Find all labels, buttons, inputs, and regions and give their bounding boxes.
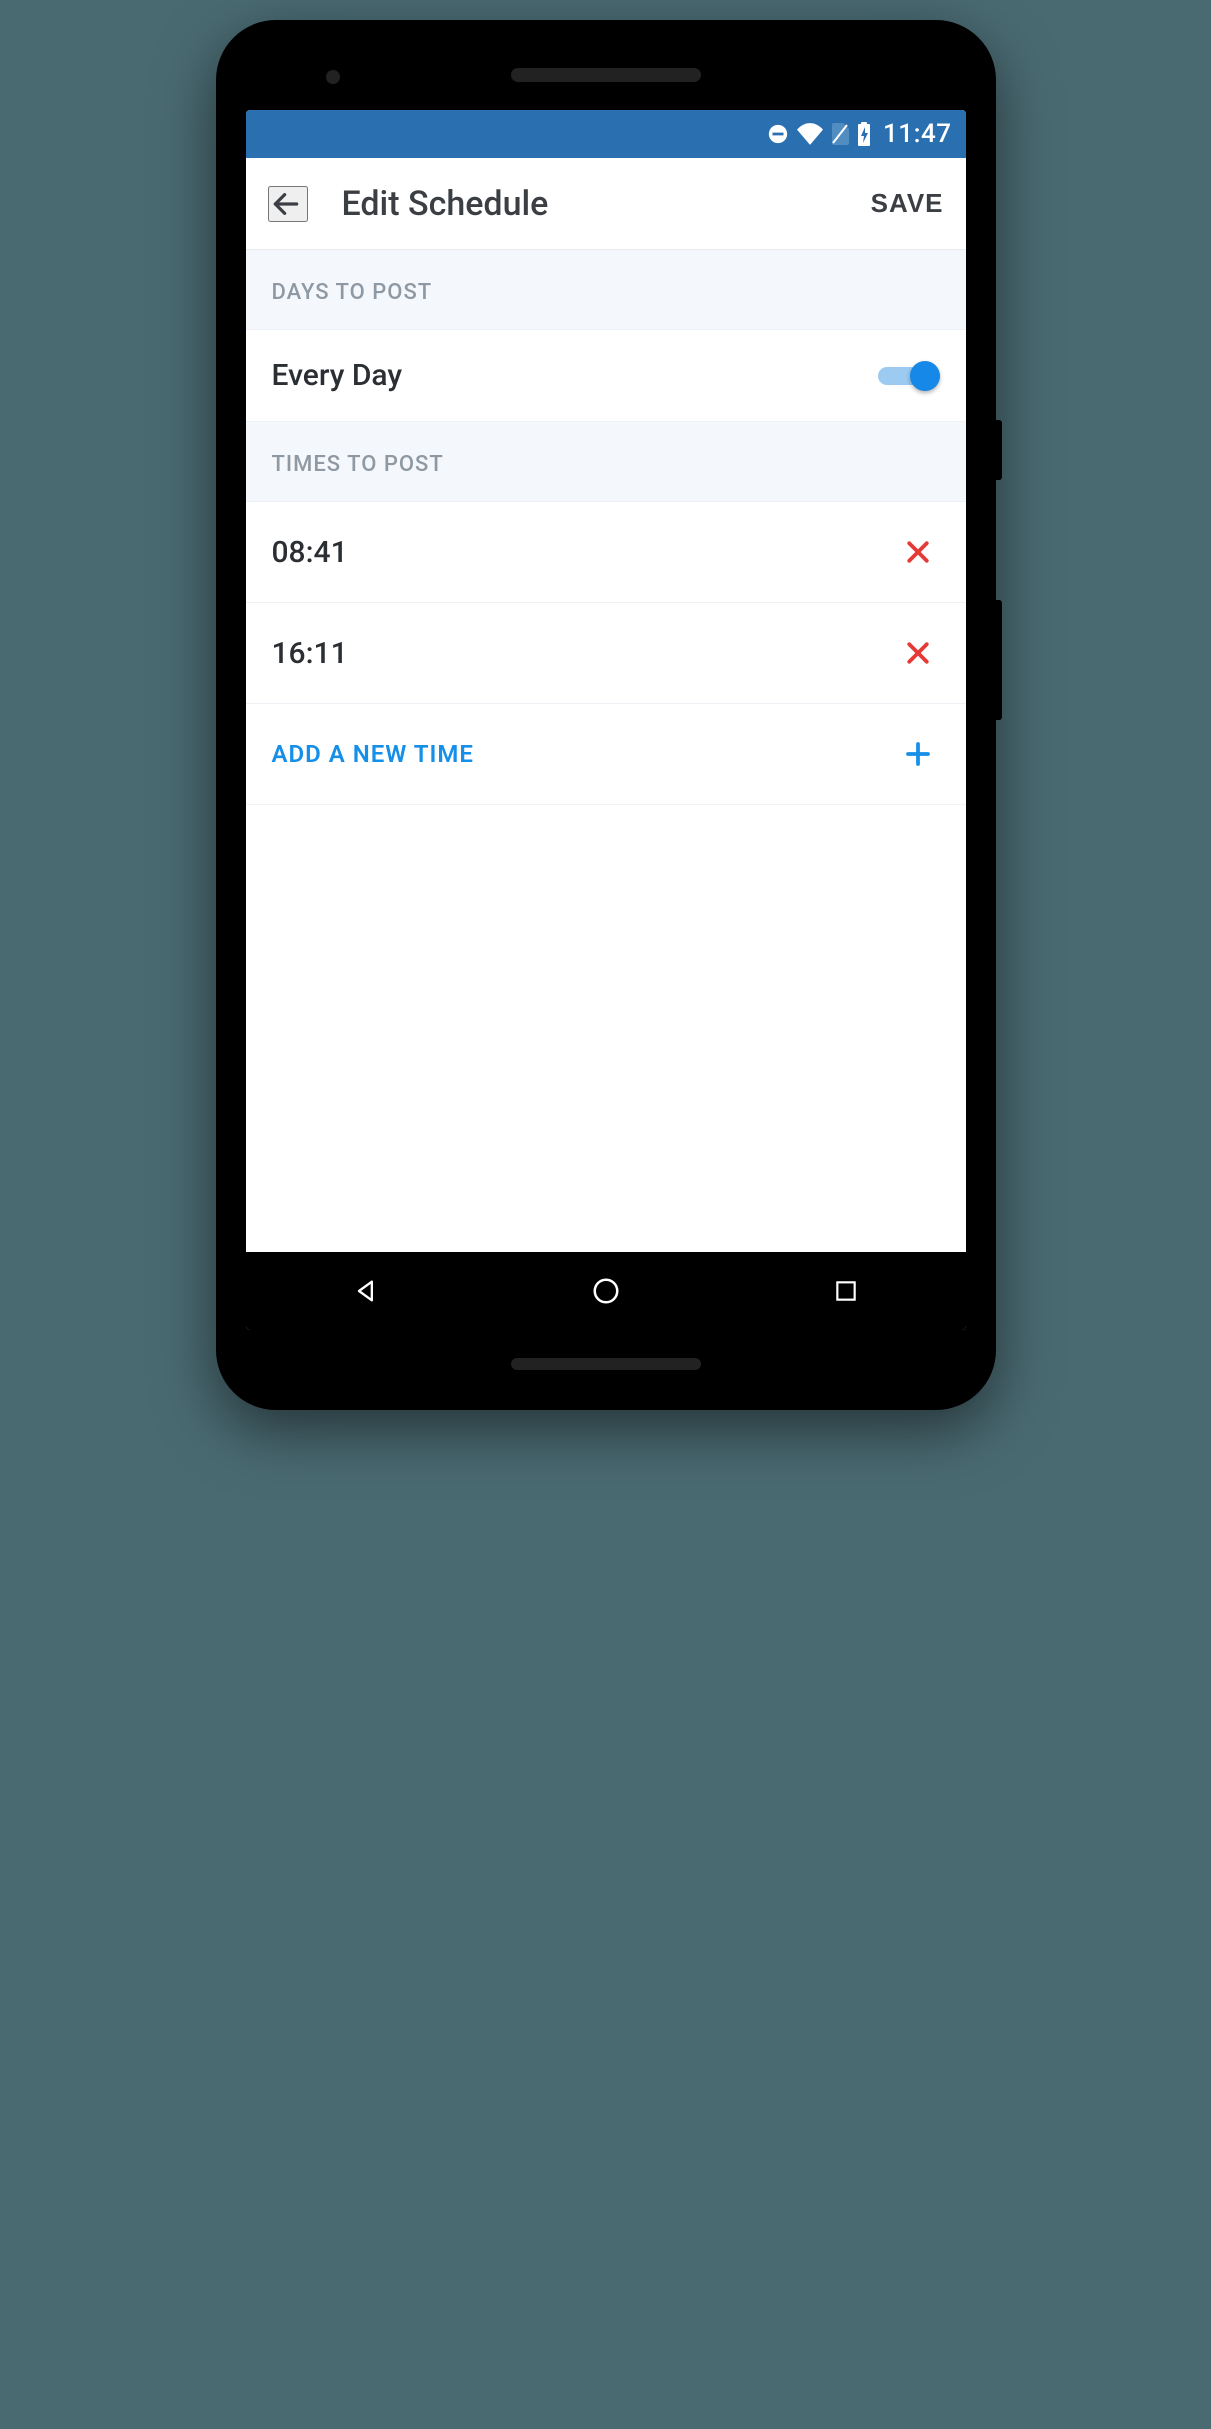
- arrow-left-icon: [270, 188, 302, 220]
- app-bar: Edit Schedule SAVE: [246, 158, 966, 250]
- time-row[interactable]: 16:11: [246, 603, 966, 704]
- phone-side-button: [996, 420, 1002, 480]
- nav-home-button[interactable]: [576, 1261, 636, 1321]
- triangle-back-icon: [352, 1277, 380, 1305]
- battery-charging-icon: [857, 122, 871, 146]
- toggle-thumb: [910, 361, 940, 391]
- status-clock: 11:47: [883, 119, 951, 149]
- add-time-label: ADD A NEW TIME: [272, 740, 896, 768]
- page-title: Edit Schedule: [342, 184, 871, 224]
- phone-speaker: [511, 1358, 701, 1370]
- nav-back-button[interactable]: [336, 1261, 396, 1321]
- save-button[interactable]: SAVE: [871, 188, 944, 219]
- content: DAYS TO POST Every Day TIMES TO POST 08:…: [246, 250, 966, 1252]
- nav-recent-button[interactable]: [816, 1261, 876, 1321]
- every-day-label: Every Day: [272, 358, 878, 393]
- delete-time-button[interactable]: [896, 530, 940, 574]
- phone-frame: 11:47 Edit Schedule SAVE DAYS TO POST Ev…: [216, 20, 996, 1410]
- delete-time-button[interactable]: [896, 631, 940, 675]
- every-day-row[interactable]: Every Day: [246, 330, 966, 422]
- close-icon: [903, 638, 933, 668]
- status-bar: 11:47: [246, 110, 966, 158]
- android-nav-bar: [246, 1252, 966, 1330]
- square-recent-icon: [833, 1278, 859, 1304]
- time-value: 08:41: [272, 535, 896, 570]
- circle-home-icon: [591, 1276, 621, 1306]
- wifi-icon: [797, 123, 823, 145]
- no-sim-icon: [831, 123, 849, 145]
- time-row[interactable]: 08:41: [246, 502, 966, 603]
- plus-icon: [903, 739, 933, 769]
- section-header-days: DAYS TO POST: [246, 250, 966, 330]
- close-icon: [903, 537, 933, 567]
- screen: 11:47 Edit Schedule SAVE DAYS TO POST Ev…: [246, 110, 966, 1330]
- phone-side-button: [996, 600, 1002, 720]
- time-value: 16:11: [272, 636, 896, 671]
- add-time-button[interactable]: [896, 732, 940, 776]
- add-time-row[interactable]: ADD A NEW TIME: [246, 704, 966, 805]
- dnd-icon: [767, 123, 789, 145]
- back-button[interactable]: [268, 186, 308, 222]
- section-header-times: TIMES TO POST: [246, 422, 966, 502]
- every-day-toggle[interactable]: [878, 361, 940, 391]
